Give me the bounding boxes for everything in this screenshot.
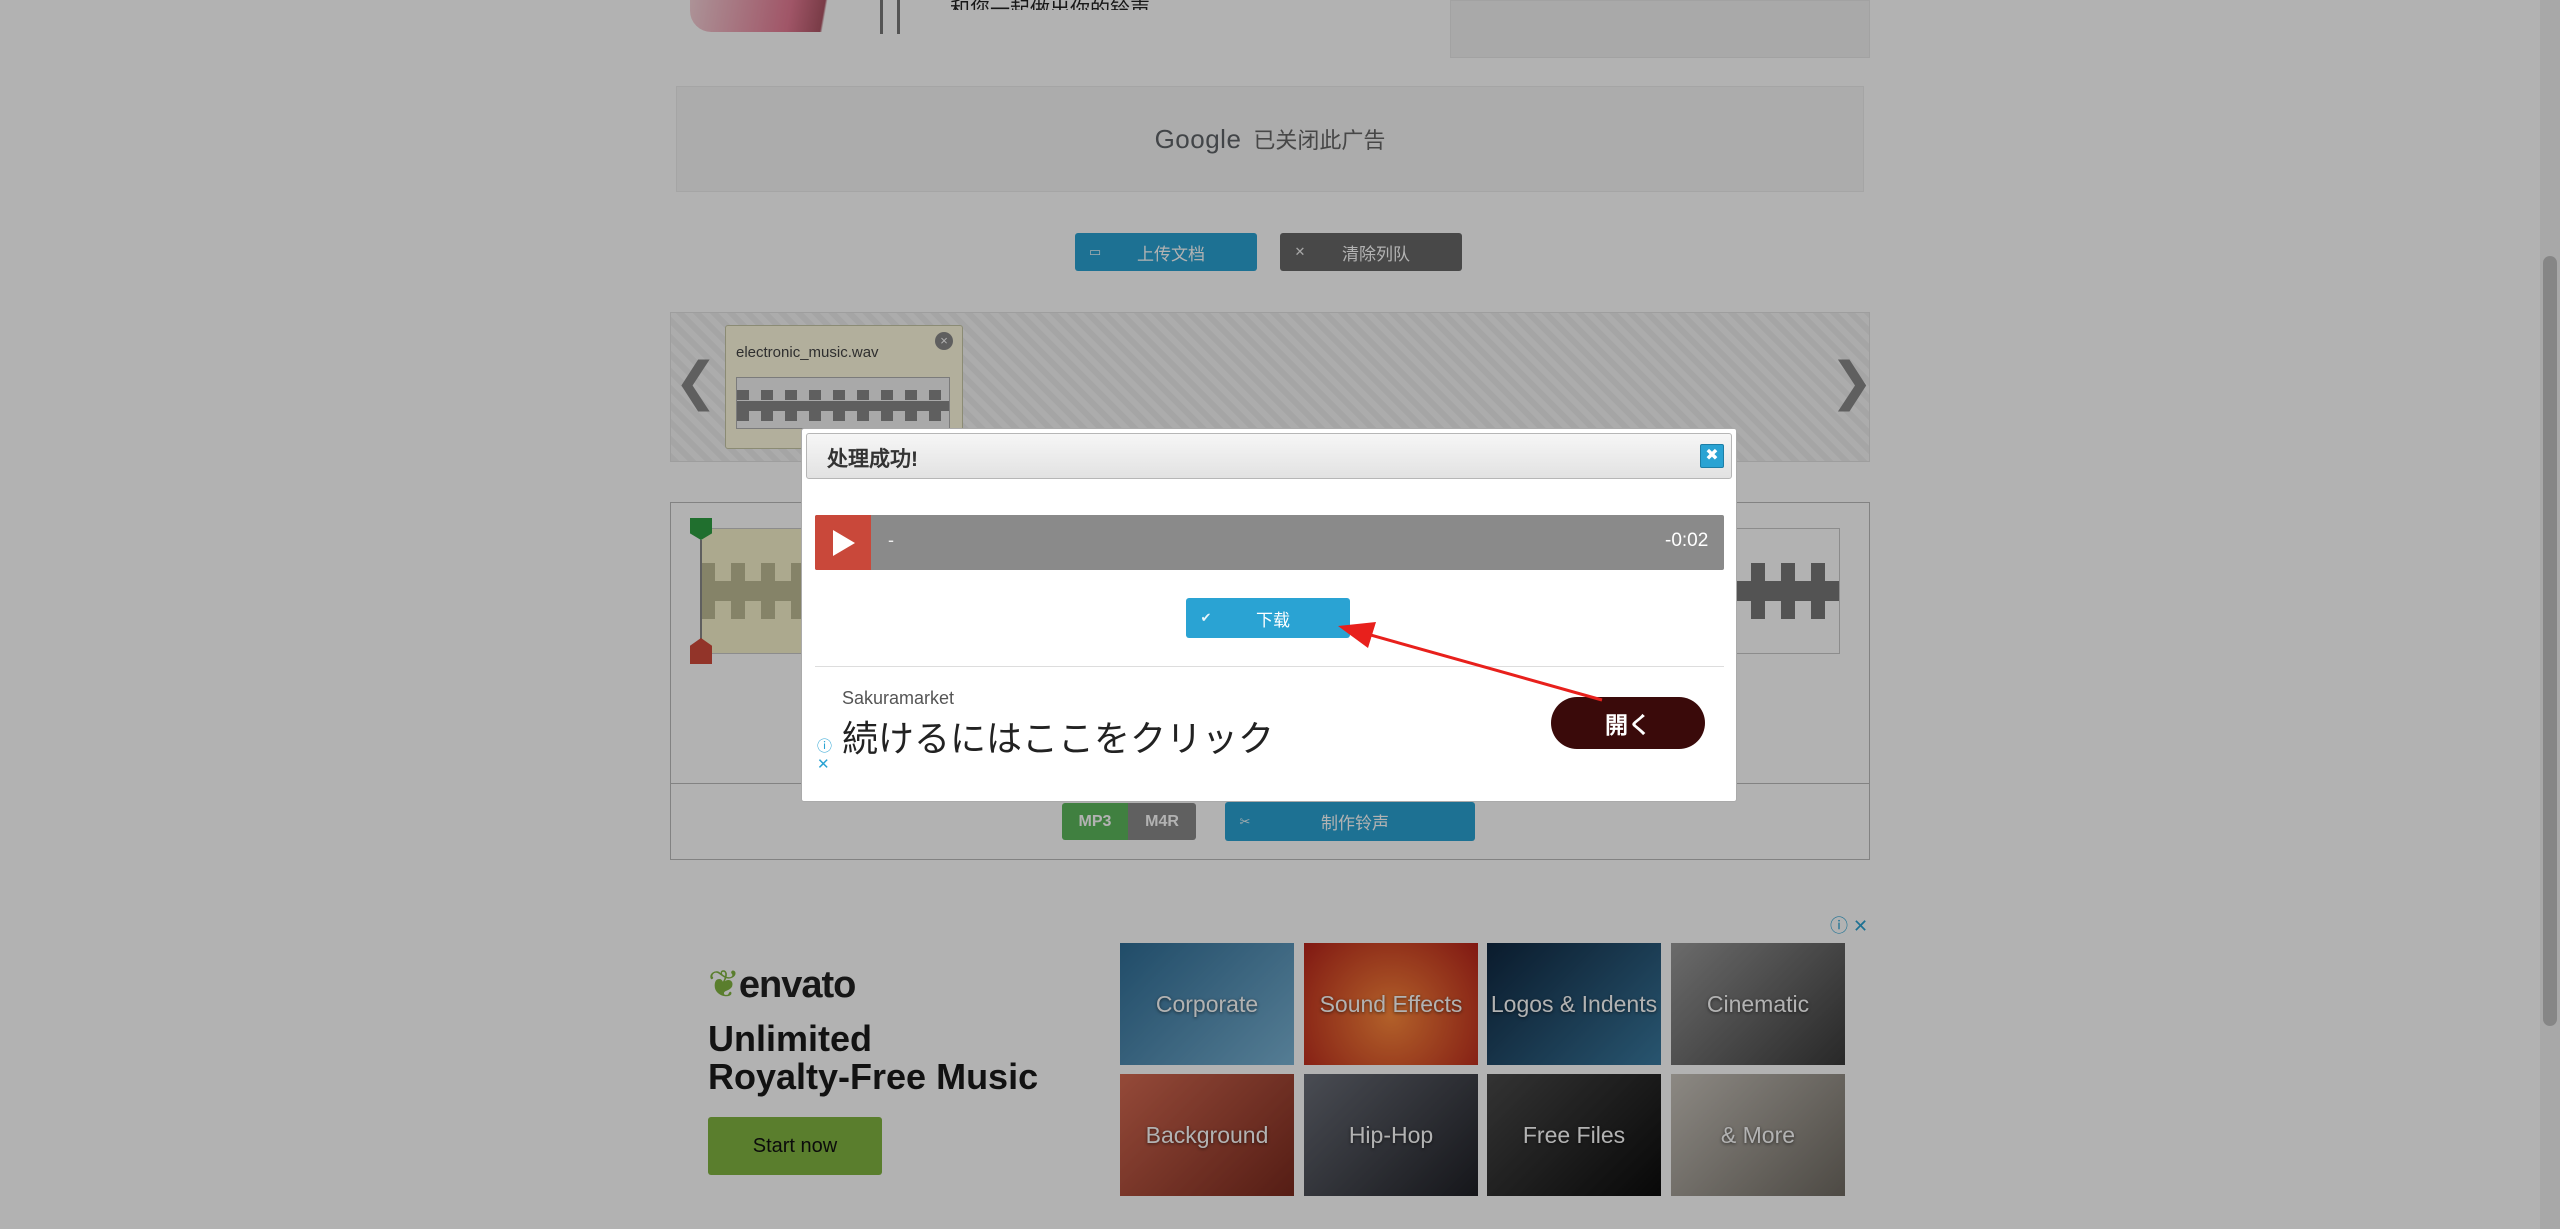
ad-close-icon[interactable]: ✕ [817,756,832,774]
ad-brand: Sakuramarket [842,688,955,708]
play-icon [833,530,855,556]
red-arrow-annotation [1338,622,1603,702]
ad-controls[interactable]: ⓘ ✕ [817,738,832,774]
ad-info-icon[interactable]: ⓘ [817,738,832,756]
ad-text[interactable]: 続けるにはここをクリック [842,710,1274,762]
audio-player[interactable] [815,515,1724,570]
player-time: -0:02 [1665,530,1709,551]
download-button[interactable]: ✔ 下载 [1186,598,1350,638]
player-track-name: - [888,530,894,550]
check-icon: ✔ [1200,610,1212,625]
dialog-title: 处理成功! [827,448,918,471]
dialog-close-icon[interactable]: ✖ [1700,444,1724,468]
dialog-header [806,433,1732,479]
